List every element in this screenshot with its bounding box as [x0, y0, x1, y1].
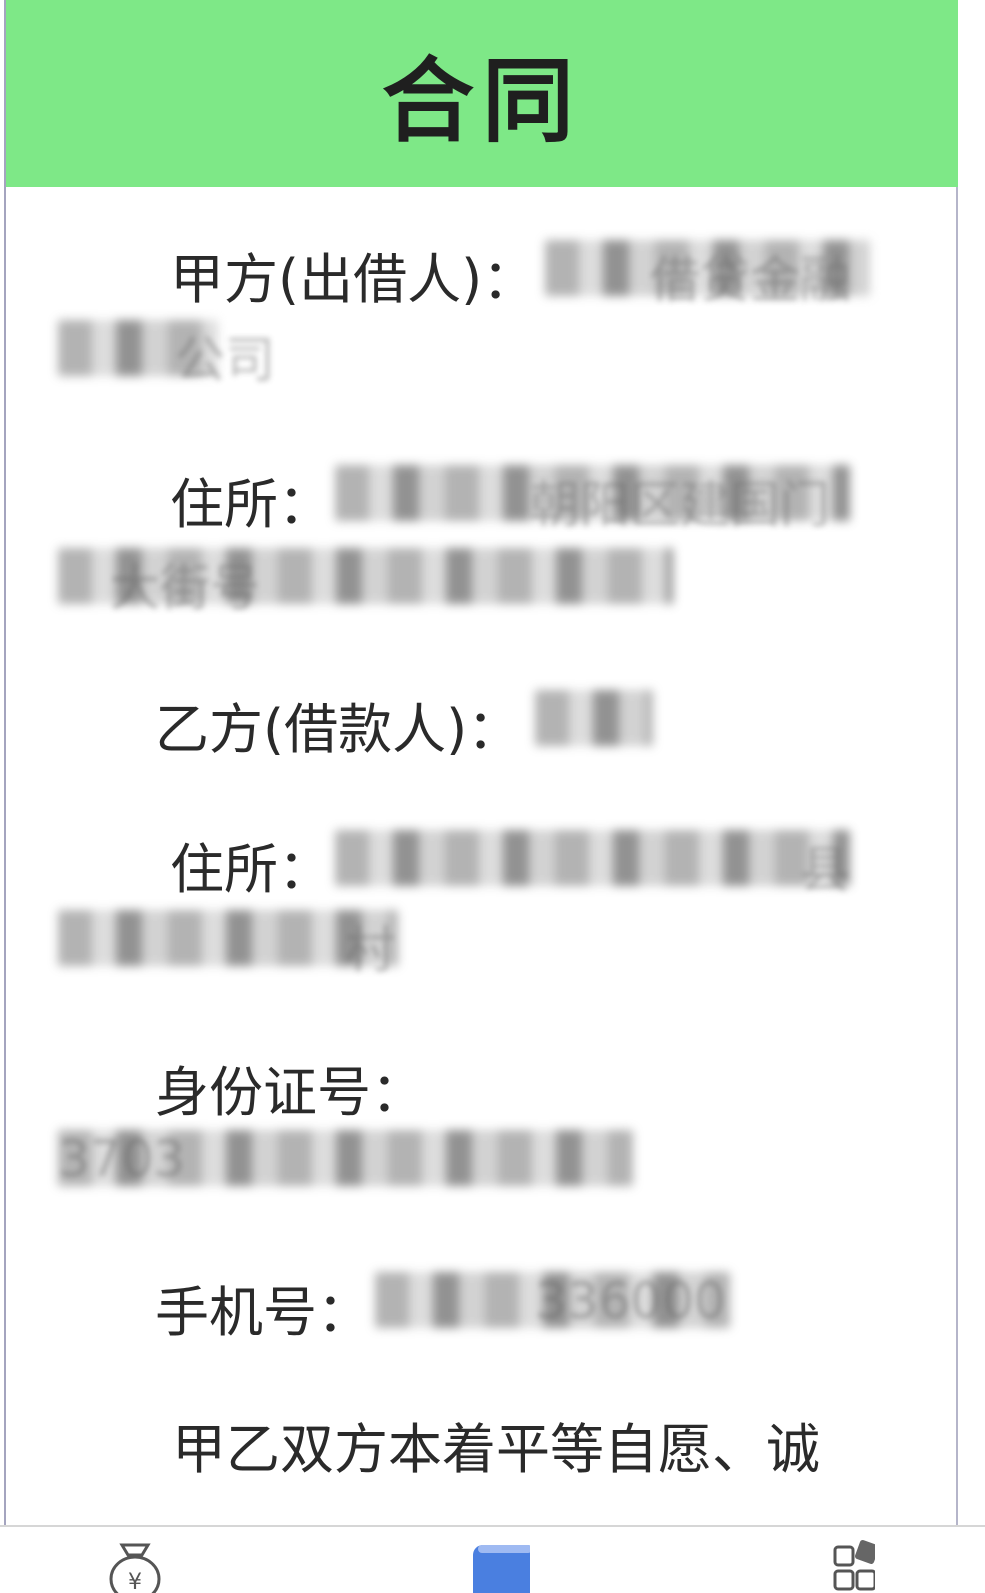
party-a-label: 甲方(出借人)：	[170, 248, 537, 311]
frame-border-left	[4, 0, 6, 1525]
bottom-nav: ¥	[0, 1525, 985, 1593]
money-bag-icon: ¥	[109, 1543, 161, 1593]
tab-loan[interactable]: ¥	[70, 1527, 190, 1593]
address-a-value-line2-visible: 大街号	[110, 559, 260, 617]
party-b-label: 乙方(借款人)：	[155, 698, 522, 761]
address-a-label: 住所：	[170, 473, 332, 536]
frame-border-right	[956, 0, 958, 1525]
document-icon	[473, 1545, 530, 1593]
address-b-label: 住所：	[170, 838, 332, 901]
tab-contract[interactable]	[420, 1527, 540, 1593]
phone-label: 手机号：	[155, 1281, 371, 1344]
svg-text:¥: ¥	[128, 1570, 142, 1593]
party-a-value-line2-visible: 公司	[175, 331, 275, 389]
page-title: 合同	[381, 48, 582, 155]
party-a-value-visible: 借贷金融	[650, 251, 850, 309]
address-a-value-visible: 朝阳区建国门	[530, 476, 830, 534]
party-b-value-redacted	[535, 690, 653, 746]
contract-paragraph: 甲乙双方本着平等自愿、诚	[172, 1418, 820, 1481]
id-number-value-visible: 3703	[58, 1130, 186, 1188]
apps-grid-icon	[833, 1540, 875, 1591]
contract-header: 合同	[6, 0, 958, 187]
id-number-label: 身份证号：	[155, 1061, 425, 1124]
tab-more[interactable]	[775, 1527, 895, 1593]
address-b-value-redacted	[335, 830, 850, 886]
address-b-value-visible: 县	[800, 841, 850, 899]
address-b-value-line2-visible: 村	[345, 921, 395, 979]
phone-value-visible: 336000	[535, 1272, 726, 1330]
